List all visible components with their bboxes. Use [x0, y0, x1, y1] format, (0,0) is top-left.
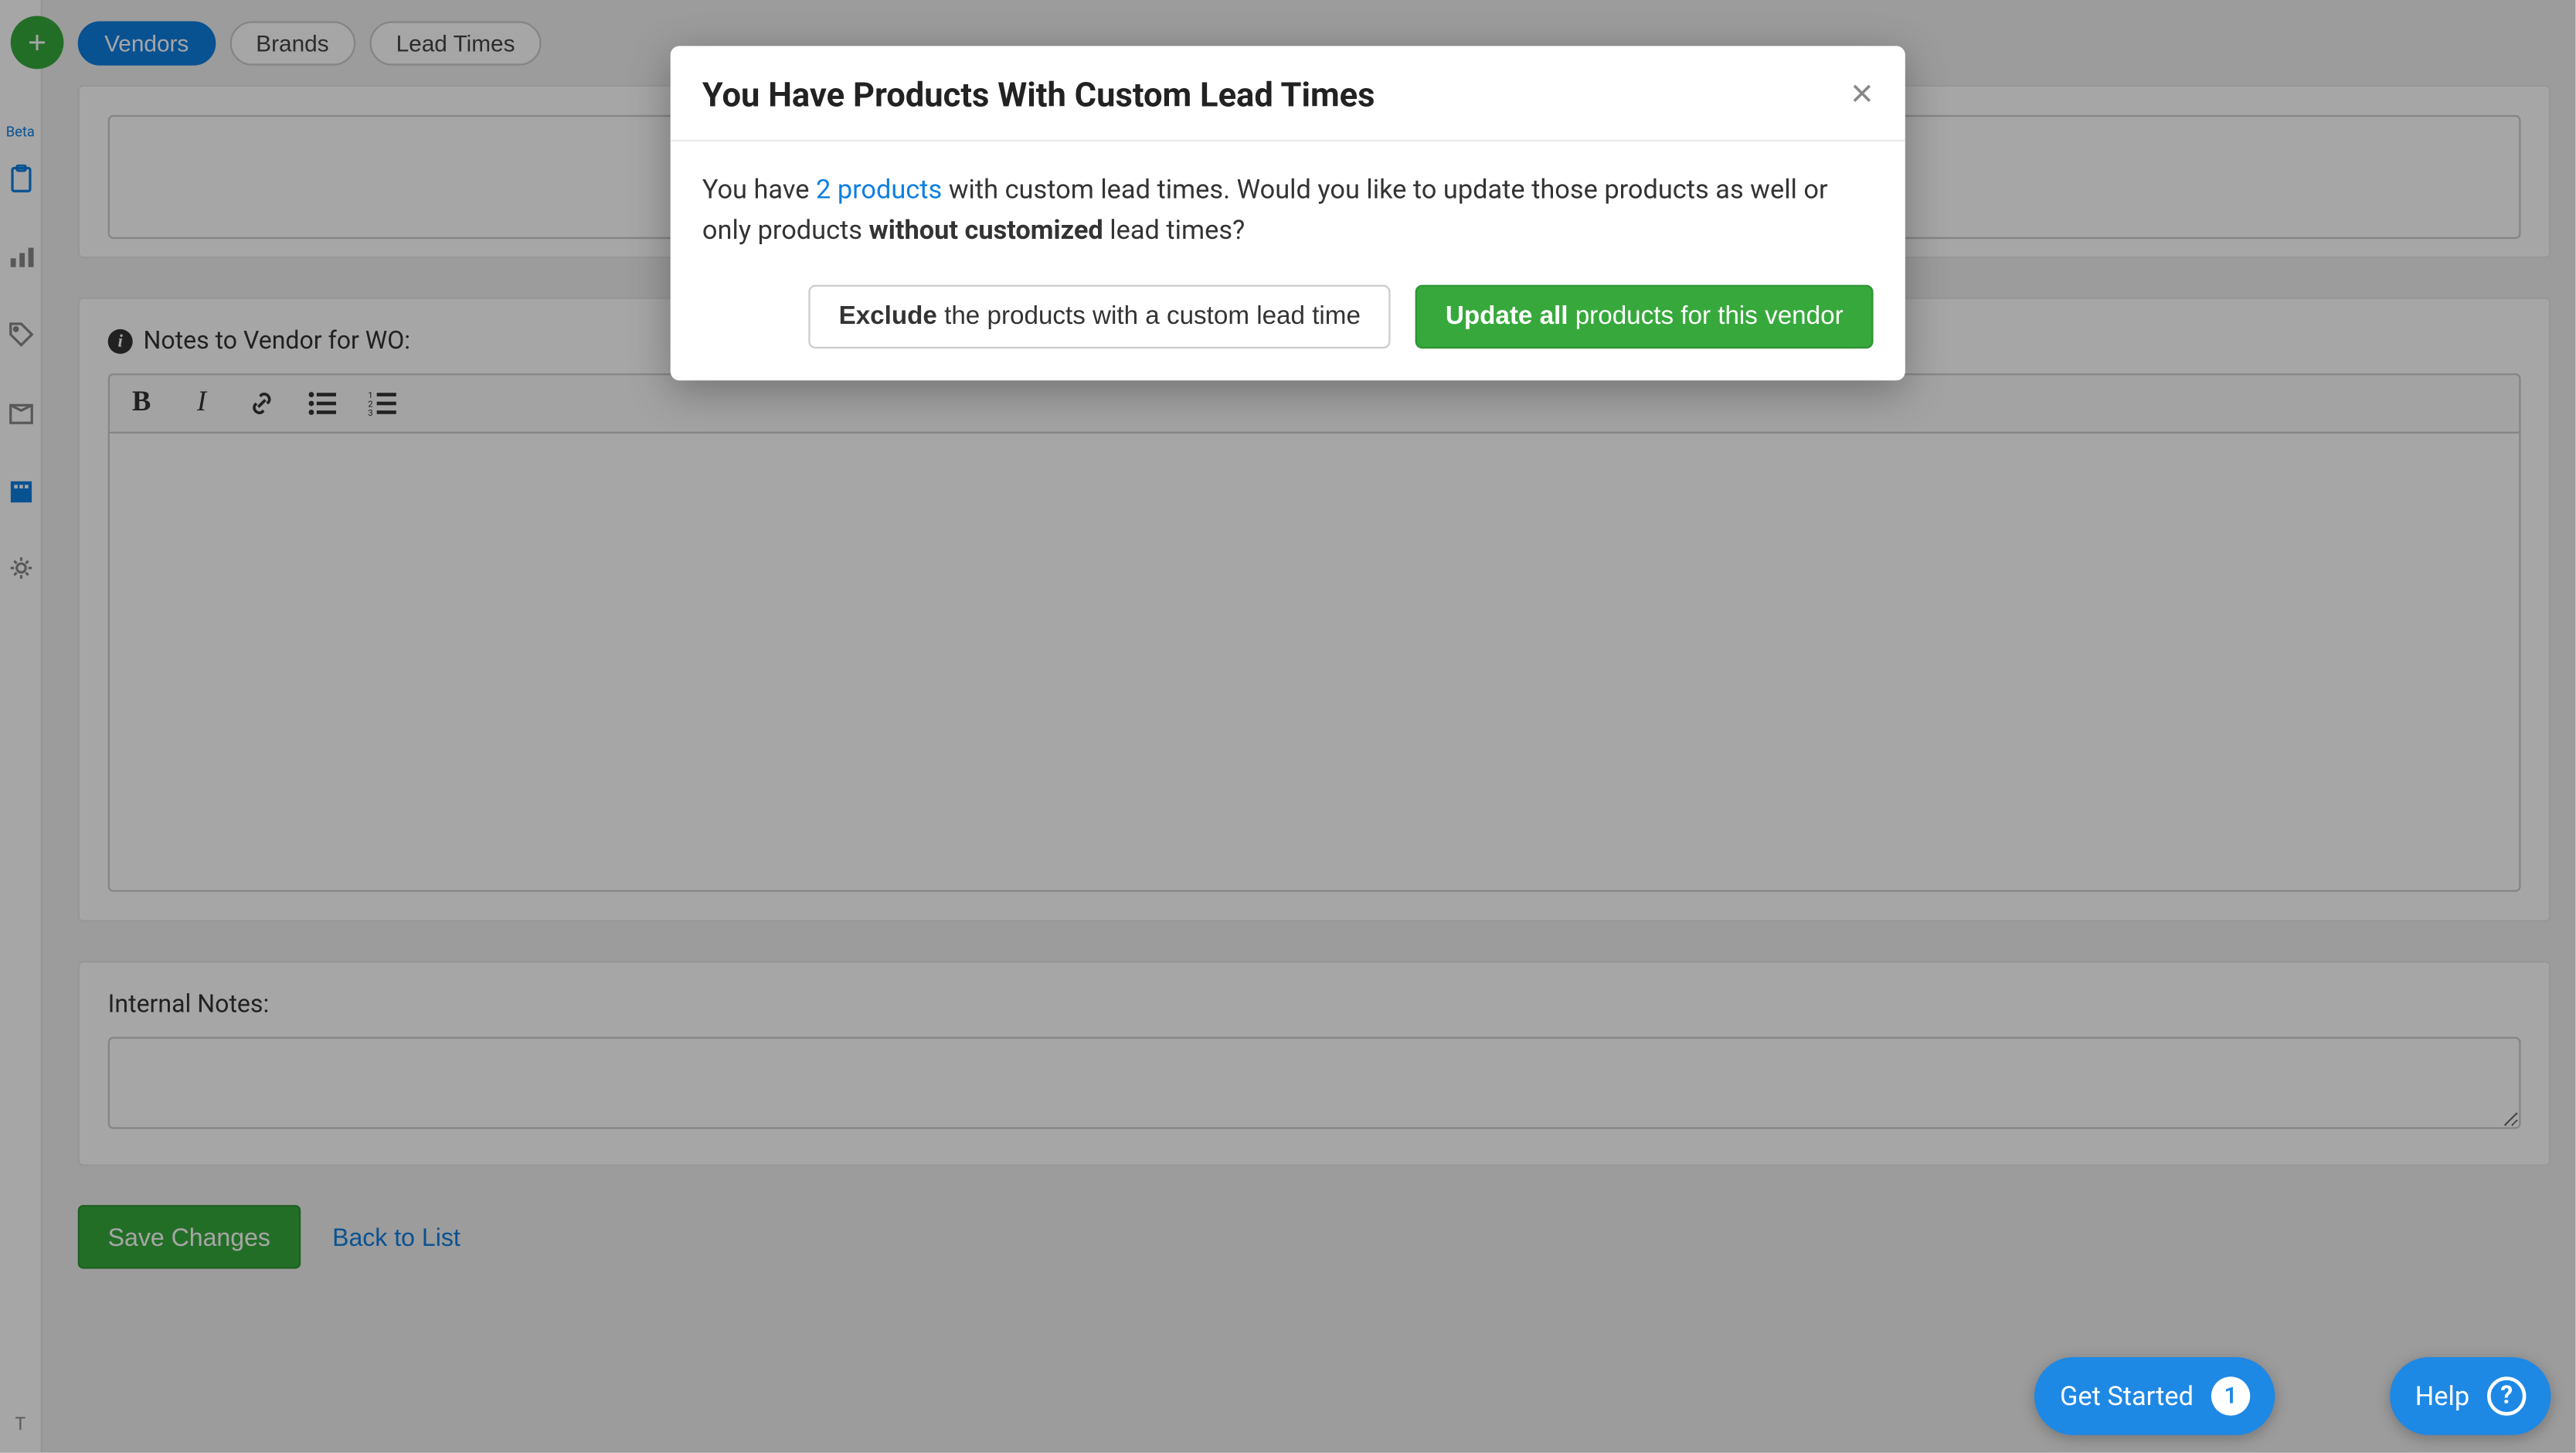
modal-close-button[interactable]: ×	[1850, 74, 1873, 113]
get-started-pill[interactable]: Get Started 1	[2035, 1357, 2275, 1435]
exclude-rest: the products with a custom lead time	[937, 301, 1361, 330]
modal-text-prefix: You have	[702, 173, 816, 205]
get-started-badge: 1	[2211, 1376, 2250, 1415]
modal-text-bold: without customized	[869, 215, 1103, 247]
modal-text-suffix: lead times?	[1103, 215, 1246, 247]
help-label: Help	[2415, 1380, 2469, 1412]
modal-body: You have 2 products with custom lead tim…	[671, 141, 1905, 263]
get-started-label: Get Started	[2060, 1380, 2194, 1412]
modal-footer: Exclude the products with a custom lead …	[671, 263, 1905, 379]
exclude-button[interactable]: Exclude the products with a custom lead …	[809, 284, 1391, 347]
modal-title: You Have Products With Custom Lead Times	[702, 74, 1375, 115]
help-icon: ?	[2487, 1376, 2526, 1415]
lead-times-modal: You Have Products With Custom Lead Times…	[671, 46, 1905, 380]
update-all-button[interactable]: Update all products for this vendor	[1415, 284, 1874, 347]
modal-header: You Have Products With Custom Lead Times…	[671, 46, 1905, 142]
update-all-bold: Update all	[1446, 301, 1568, 330]
help-pill[interactable]: Help ?	[2391, 1357, 2551, 1435]
products-link[interactable]: 2 products	[816, 173, 942, 205]
update-all-rest: products for this vendor	[1568, 301, 1843, 330]
exclude-bold: Exclude	[839, 301, 937, 330]
